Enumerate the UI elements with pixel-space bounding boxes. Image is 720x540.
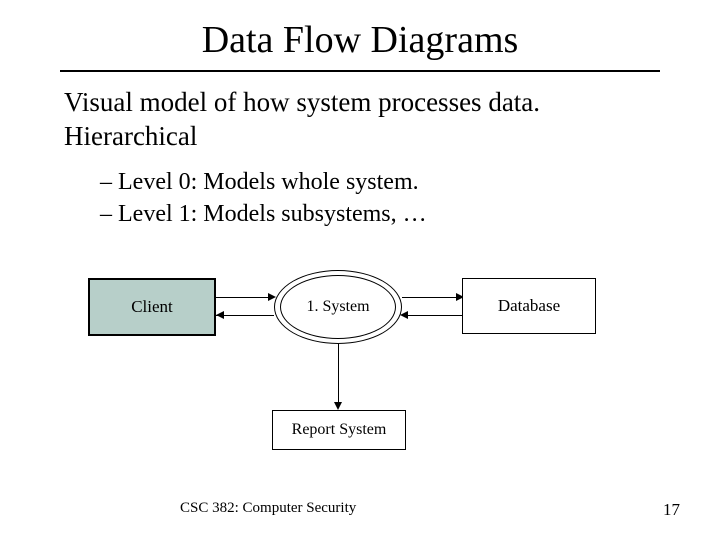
- node-database-label: Database: [498, 296, 560, 316]
- subpoints: – Level 0: Models whole system. – Level …: [100, 166, 427, 231]
- connector-client-system-top: [216, 297, 274, 298]
- body-line-1: Visual model of how system processes dat…: [64, 86, 540, 120]
- flow-diagram: Client 1. System Database Report System: [0, 270, 720, 480]
- node-database: Database: [462, 278, 596, 334]
- body-line-2: Hierarchical: [64, 120, 540, 154]
- subpoint-2: – Level 1: Models subsystems, …: [100, 198, 427, 230]
- arrowhead-to-report: [334, 402, 342, 410]
- slide-title: Data Flow Diagrams: [0, 18, 720, 62]
- connector-system-database-top: [402, 297, 462, 298]
- subpoint-1: – Level 0: Models whole system.: [100, 166, 427, 198]
- arrowhead-to-client: [216, 311, 224, 319]
- slide: Data Flow Diagrams Visual model of how s…: [0, 0, 720, 540]
- connector-system-database-bottom: [402, 315, 462, 316]
- connector-system-report: [338, 344, 339, 404]
- node-system: 1. System: [280, 275, 396, 339]
- node-system-label: 1. System: [306, 298, 369, 316]
- node-report-label: Report System: [292, 421, 387, 439]
- node-report: Report System: [272, 410, 406, 450]
- connector-client-system-bottom: [216, 315, 274, 316]
- node-client: Client: [88, 278, 216, 336]
- body-text: Visual model of how system processes dat…: [64, 86, 540, 154]
- footer-course: CSC 382: Computer Security: [180, 500, 356, 517]
- node-client-label: Client: [131, 297, 173, 317]
- title-underline: [60, 70, 660, 72]
- footer-page-number: 17: [663, 500, 680, 520]
